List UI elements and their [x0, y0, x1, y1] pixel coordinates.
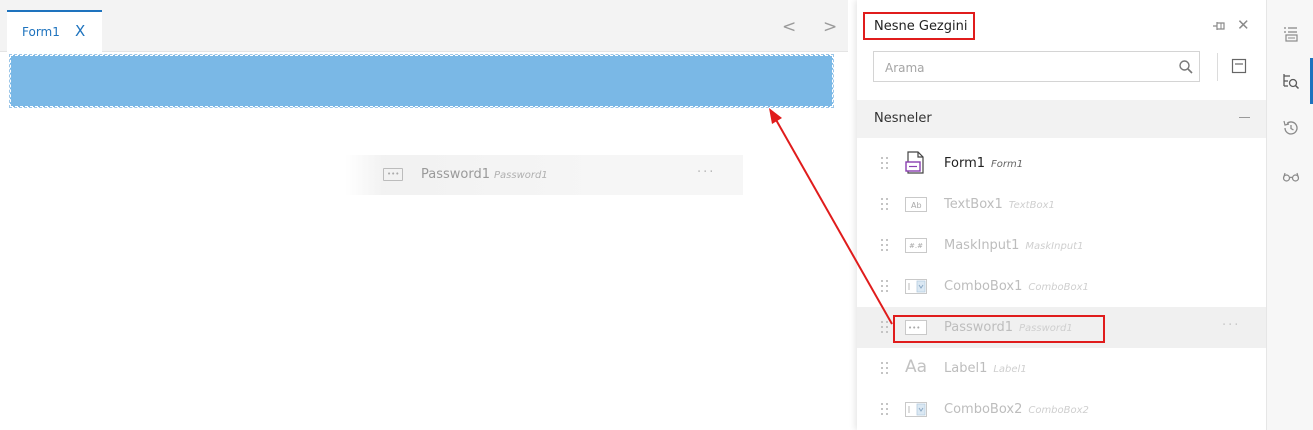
svg-text:#.#: #.# — [909, 242, 923, 250]
document-tabstrip: Form1 X < > — [0, 0, 848, 52]
password-icon: ••• — [383, 168, 403, 181]
tree-item-label: Form1 Form1 — [944, 156, 1024, 171]
section-title: Nesneler — [874, 111, 932, 126]
panel-title-annotation: Nesne Gezgini — [863, 12, 975, 40]
tree-item-combobox1[interactable]: ComboBox1 ComboBox1 — [857, 266, 1266, 307]
tree-item-label: MaskInput1 MaskInput1 — [944, 238, 1084, 253]
combobox-icon — [905, 402, 927, 417]
drag-handle-icon[interactable] — [881, 157, 889, 170]
svg-text:Ab: Ab — [911, 201, 922, 210]
tree-item-label: Label1 Label1 — [944, 361, 1027, 376]
label-icon: Aa — [905, 357, 928, 377]
chevron-right-icon[interactable]: > — [823, 18, 837, 36]
object-explorer-icon[interactable] — [1281, 71, 1301, 91]
tree-item-combobox2[interactable]: ComboBox2 ComboBox2 — [857, 389, 1266, 430]
combobox-icon — [905, 279, 927, 294]
tree-item-textbox1[interactable]: Ab TextBox1 TextBox1 — [857, 184, 1266, 225]
tree-item-form1[interactable]: Form1 Form1 — [857, 143, 1266, 184]
drag-handle-icon[interactable] — [881, 403, 889, 416]
drag-handle-icon[interactable] — [881, 321, 889, 334]
tree-item-label: ComboBox1 ComboBox1 — [944, 279, 1089, 294]
form-icon — [905, 151, 924, 174]
tab-form1[interactable]: Form1 X — [7, 10, 102, 52]
drag-handle-icon[interactable] — [881, 239, 889, 252]
tree-item-label1[interactable]: Aa Label1 Label1 — [857, 348, 1266, 389]
pin-icon[interactable] — [1212, 19, 1228, 33]
chevron-left-icon[interactable]: < — [782, 18, 796, 36]
drag-preview-row: ••• Password1 Password1 ··· — [345, 155, 743, 195]
drag-preview-label: Password1 — [421, 167, 490, 182]
search-icon[interactable] — [1178, 59, 1194, 75]
properties-list-icon[interactable] — [1281, 24, 1301, 44]
selection-annotation — [893, 315, 1105, 343]
tree-item-label: TextBox1 TextBox1 — [944, 197, 1055, 212]
search-box — [873, 51, 1200, 83]
preview-glasses-icon[interactable] — [1281, 166, 1301, 186]
tab-close-icon[interactable]: X — [75, 23, 85, 39]
collapse-all-icon[interactable] — [1231, 58, 1247, 74]
toolbar-divider — [1217, 53, 1218, 81]
section-header-objects[interactable]: Nesneler — [857, 100, 1266, 138]
more-options-icon[interactable]: ··· — [1222, 318, 1240, 333]
history-icon[interactable] — [1281, 118, 1301, 138]
drop-zone[interactable] — [9, 54, 834, 108]
drag-handle-icon[interactable] — [881, 362, 889, 375]
drag-preview-sublabel: Password1 — [494, 170, 548, 181]
textbox-icon: Ab — [905, 197, 927, 212]
drag-handle-icon[interactable] — [881, 280, 889, 293]
activity-bar — [1266, 0, 1313, 430]
panel-title: Nesne Gezgini — [874, 19, 968, 34]
tree-item-maskinput1[interactable]: #.# MaskInput1 MaskInput1 — [857, 225, 1266, 266]
object-explorer-panel: Nesne Gezgini ✕ Nesneler Form1Form1 — [857, 0, 1266, 430]
tab-label: Form1 — [22, 25, 60, 39]
tree-item-label: ComboBox2 ComboBox2 — [944, 402, 1089, 417]
designer-area: Form1 X < > ••• Password1 Password1 ··· — [0, 0, 848, 430]
more-icon: ··· — [697, 165, 716, 180]
collapse-section-icon[interactable] — [1239, 117, 1250, 118]
maskinput-icon: #.# — [905, 238, 927, 253]
drag-handle-icon[interactable] — [881, 198, 889, 211]
close-icon[interactable]: ✕ — [1237, 18, 1250, 33]
search-input[interactable] — [874, 52, 1177, 83]
